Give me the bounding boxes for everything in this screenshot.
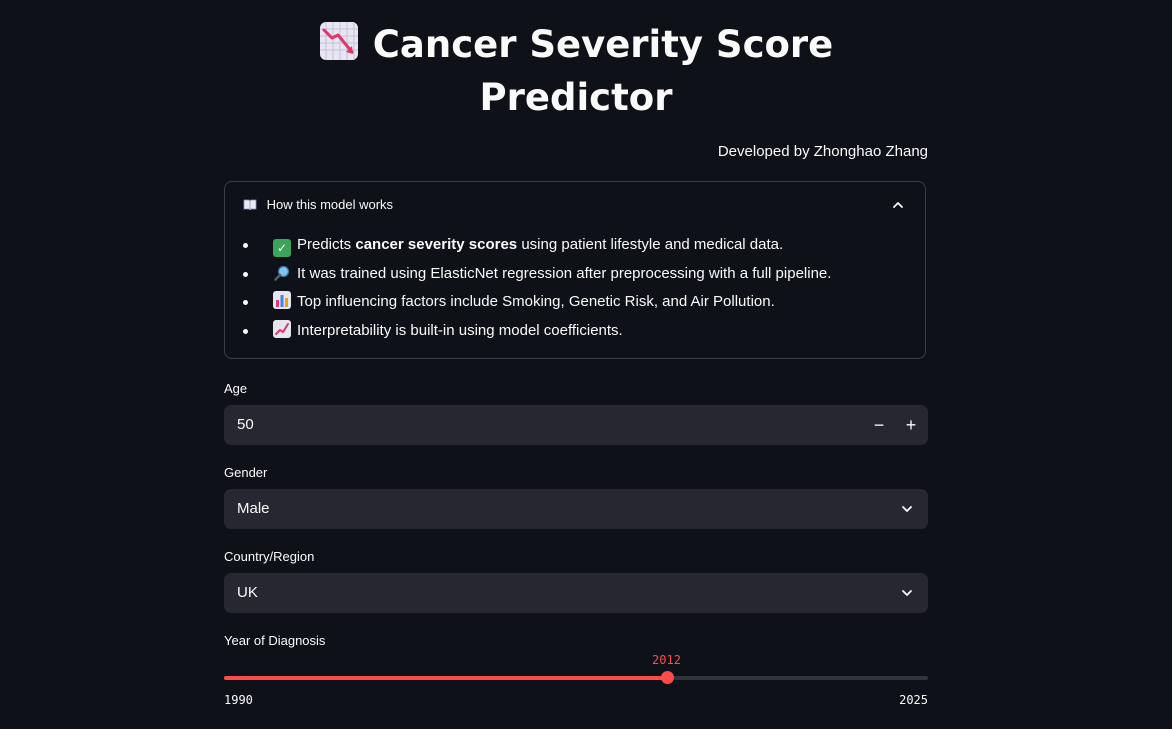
chevron-down-icon [902, 590, 912, 596]
year-slider-fill [224, 676, 667, 680]
list-item: It was trained using ElasticNet regressi… [243, 261, 831, 290]
slider-current-value: 2012 [652, 653, 681, 667]
increment-button[interactable]: + [895, 405, 927, 445]
slider-min-label: 1990 [224, 693, 253, 707]
how-model-works-expander: How this model works ✓ Predicts cancer se… [224, 181, 926, 359]
open-book-icon [243, 197, 261, 212]
expander-label: How this model works [266, 197, 394, 212]
page-title: Cancer Severity Score Predictor [224, 18, 928, 124]
list-item-text: Interpretability is built-in using model… [297, 321, 623, 339]
gender-selected-value: Male [237, 500, 270, 517]
age-number-input: 50 − + [224, 405, 928, 445]
year-label: Year of Diagnosis [224, 633, 326, 648]
chart-increasing-icon [273, 319, 291, 338]
list-item-text: Top influencing factors include Smoking,… [297, 293, 775, 310]
model-info-list: ✓ Predicts cancer severity scores using p… [243, 232, 831, 346]
chevron-down-icon [902, 506, 912, 512]
bar-chart-icon [273, 291, 291, 309]
list-item: Interpretability is built-in using model… [243, 318, 831, 347]
year-slider-track[interactable] [224, 671, 928, 684]
list-item-text: Predicts [297, 236, 356, 253]
chevron-up-icon[interactable] [891, 198, 905, 212]
age-label: Age [224, 381, 248, 396]
chart-decreasing-icon [319, 22, 358, 60]
year-slider-thumb[interactable] [660, 671, 674, 684]
list-item-text: It was trained using ElasticNet regressi… [297, 264, 832, 282]
country-selected-value: UK [237, 584, 258, 601]
age-value[interactable]: 50 [237, 416, 254, 433]
page-title-text: Cancer Severity Score Predictor [372, 23, 834, 119]
expander-header[interactable]: How this model works [243, 197, 393, 212]
list-item-text: using patient lifestyle and medical data… [517, 236, 784, 253]
gender-select[interactable]: Male [224, 489, 928, 529]
gender-label: Gender [224, 465, 268, 480]
developer-credit: Developed by Zhonghao Zhang [717, 143, 928, 160]
list-item: Top influencing factors include Smoking,… [243, 289, 831, 318]
check-mark-button-icon: ✓ [273, 239, 291, 257]
slider-max-label: 2025 [899, 693, 928, 707]
list-item: ✓ Predicts cancer severity scores using p… [243, 232, 831, 261]
magnifying-glass-icon [273, 265, 291, 283]
country-select[interactable]: UK [224, 573, 928, 613]
country-label: Country/Region [224, 549, 315, 564]
list-item-bold-text: cancer severity scores [355, 236, 518, 253]
decrement-button[interactable]: − [863, 405, 895, 445]
